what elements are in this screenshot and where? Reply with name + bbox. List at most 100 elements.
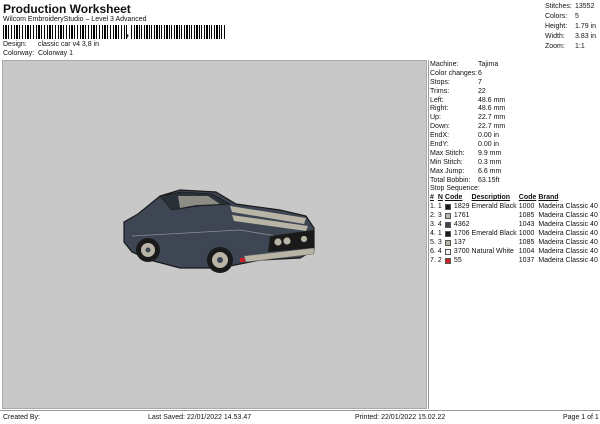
brand-code: 1037 — [518, 257, 535, 265]
info-value: 48.6 mm — [478, 105, 506, 113]
info-row: Max Stitch: 9.9 mm — [429, 149, 598, 158]
colorway-value: Colorway 1 — [37, 50, 73, 57]
info-row: Total Bobbin: 63.15ft — [429, 176, 598, 185]
table-row: 4. 1 1706 Emerald Black 1000 Madeira Classic … — [429, 229, 599, 238]
info-label: Machine: — [430, 61, 459, 68]
created-by: Created By: — [3, 414, 40, 421]
info-row: Trims: 22 — [429, 87, 598, 96]
stat-label: Stitches: — [545, 3, 572, 10]
stat-value: 1.79 in — [575, 23, 597, 30]
info-value: 22.7 mm — [478, 123, 506, 131]
info-value: 6.6 mm — [478, 167, 502, 175]
thread-code: 1706 — [444, 229, 471, 238]
info-row: Left: 48.6 mm — [429, 96, 598, 105]
info-value: 22 — [478, 87, 486, 95]
table-row: 5. 3 137 1085 Madeira Classic 40 — [429, 238, 599, 247]
brand-code: 1085 — [518, 239, 535, 247]
info-label: Down: — [430, 123, 450, 131]
needle-number: 1 — [437, 203, 442, 211]
thread-code: 137 — [444, 238, 471, 247]
thread-code-text: 55 — [453, 257, 462, 265]
info-value: 0.00 in — [478, 141, 500, 149]
table-row: 7. 2 55 1037 Madeira Classic 40 — [429, 256, 599, 265]
software-subtitle: Wilcom EmbroideryStudio – Level 3 Advanc… — [3, 16, 147, 23]
info-row: Up: 22.7 mm — [429, 113, 598, 122]
col-header: Code — [518, 194, 537, 202]
thread-brand: Madeira Classic 40 — [538, 221, 598, 229]
needle-number: 4 — [437, 221, 442, 229]
col-header: Brand — [538, 194, 559, 202]
info-label: Color changes: — [430, 69, 478, 77]
thread-description: Natural White — [471, 248, 514, 256]
info-label: Max Stitch: — [430, 149, 465, 157]
thread-code-text: 4362 — [453, 221, 470, 229]
design-value: classic car v4 3,8 in — [37, 41, 100, 48]
info-row: Machine: Tajima — [429, 60, 598, 69]
stat-label: Colors: — [545, 13, 568, 20]
thread-description — [471, 220, 518, 229]
info-value: 9.9 mm — [478, 149, 502, 157]
thread-description — [471, 211, 518, 220]
needle-number: 3 — [437, 212, 442, 220]
thread-brand: Madeira Classic 40 — [538, 212, 598, 220]
info-value: 22.7 mm — [478, 114, 506, 122]
brand-code: 1000 — [518, 230, 535, 238]
info-label: Trims: — [430, 87, 450, 95]
stop-number: 3. — [430, 221, 436, 229]
info-label: Right: — [430, 105, 449, 113]
stat-row: Colors: 5 — [545, 12, 596, 22]
thread-brand: Madeira Classic 40 — [538, 203, 598, 211]
thread-code-text: 1706 — [453, 230, 470, 238]
col-header: Code — [444, 194, 463, 202]
stat-value: 1:1 — [575, 43, 585, 50]
thread-brand: Madeira Classic 40 — [538, 239, 598, 247]
color-swatch — [444, 257, 451, 264]
design-stats: Stitches: 13552 Colors: 5 Height: 1.79 in W… — [545, 2, 596, 52]
info-label: Left: — [430, 96, 444, 104]
stat-label: Zoom: — [545, 43, 565, 50]
thread-code: 3700 — [444, 247, 471, 256]
info-label: Stops: — [430, 78, 450, 86]
needle-number: 2 — [437, 257, 442, 265]
color-swatch — [444, 212, 451, 219]
info-row: Min Stitch: 0.3 mm — [429, 158, 598, 167]
info-value: 6 — [478, 69, 482, 77]
thread-description: Emerald Black — [471, 230, 517, 238]
info-value: Tajima — [478, 61, 499, 68]
brand-code: 1085 — [518, 212, 535, 220]
info-row: Right: 48.6 mm — [429, 104, 598, 113]
info-row: Color changes: 6 — [429, 69, 598, 78]
brand-code: 1004 — [518, 248, 535, 256]
table-header-row: # N Code Description Code Brand — [429, 193, 599, 202]
color-swatch — [444, 239, 451, 246]
stop-rows: 1. 1 1829 Emerald Black 1000 Madeira Classic … — [429, 202, 599, 265]
col-header: N — [437, 194, 443, 202]
thread-brand: Madeira Classic 40 — [538, 257, 598, 265]
needle-number: 1 — [437, 230, 442, 238]
info-row: EndX: 0.00 in — [429, 131, 598, 140]
info-value: 63.15ft — [478, 176, 500, 184]
info-label: Max Jump: — [430, 167, 465, 175]
design-row: Design: classic car v4 3,8 in — [3, 41, 99, 48]
info-label: Up: — [430, 114, 441, 122]
barcode — [3, 25, 127, 39]
info-row: Max Jump: 6.6 mm — [429, 167, 598, 176]
design-preview-canvas — [2, 60, 427, 409]
worksheet-header: Production Worksheet Wilcom EmbroiderySt… — [0, 0, 600, 60]
thread-code: 4362 — [444, 220, 471, 229]
color-swatch — [444, 203, 451, 210]
thread-description — [471, 238, 518, 247]
stat-label: Width: — [545, 33, 565, 40]
stat-row: Width: 3.83 in — [545, 32, 596, 42]
color-swatch — [444, 230, 451, 237]
table-row: 6. 4 3700 Natural White 1004 Madeira Classic … — [429, 247, 599, 256]
brand-code: 1043 — [518, 221, 535, 229]
needle-number: 4 — [437, 248, 442, 256]
info-label: EndY: — [430, 141, 449, 149]
thread-code: 1761 — [444, 211, 471, 220]
thread-brand: Madeira Classic 40 — [538, 248, 598, 256]
design-label: Design: — [3, 41, 27, 48]
machine-info-panel: Machine: Tajima Color changes: 6 Stops: 7 T… — [428, 60, 598, 409]
thread-code-text: 3700 — [453, 248, 470, 256]
stat-value: 3.83 in — [575, 33, 597, 40]
